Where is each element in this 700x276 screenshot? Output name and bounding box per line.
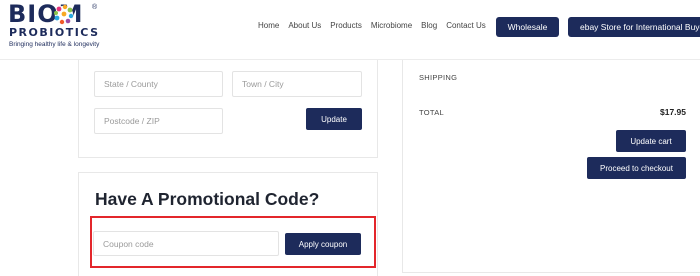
registered-mark: ®: [92, 4, 98, 11]
logo-subtitle: PROBIOTICS: [9, 26, 100, 39]
promo-title: Have A Promotional Code?: [95, 189, 320, 209]
update-shipping-button[interactable]: Update: [306, 108, 362, 130]
nav-about-us[interactable]: About Us: [288, 20, 321, 32]
shipping-label: SHIPPING: [419, 73, 458, 82]
nav-blog[interactable]: Blog: [421, 20, 437, 32]
logo-tagline: Bringing healthy life & longevity: [9, 41, 100, 48]
proceed-to-checkout-button[interactable]: Proceed to checkout: [587, 157, 686, 179]
postcode-field[interactable]: Postcode / ZIP: [94, 108, 223, 134]
ebay-store-button[interactable]: ebay Store for International Buyers: [568, 17, 700, 37]
nav-microbiome[interactable]: Microbiome: [371, 20, 412, 32]
nav-home[interactable]: Home: [258, 20, 279, 32]
site-header: BIOM ® PROBIOTICS Bringing healthy life …: [0, 0, 700, 60]
total-label: TOTAL: [419, 108, 444, 117]
coupon-code-input[interactable]: Coupon code: [93, 231, 279, 256]
state-county-field[interactable]: State / County: [94, 71, 223, 97]
nav-products[interactable]: Products: [330, 20, 362, 32]
apply-coupon-button[interactable]: Apply coupon: [285, 233, 361, 255]
logo-dots-icon: [54, 4, 74, 25]
town-city-field[interactable]: Town / City: [232, 71, 362, 97]
main-nav: Home About Us Products Microbiome Blog C…: [258, 20, 495, 32]
wholesale-button[interactable]: Wholesale: [496, 17, 559, 37]
brand-logo[interactable]: BIOM ® PROBIOTICS Bringing healthy life …: [8, 2, 108, 54]
update-cart-button[interactable]: Update cart: [616, 130, 686, 152]
nav-contact-us[interactable]: Contact Us: [446, 20, 486, 32]
total-value: $17.95: [660, 107, 686, 117]
